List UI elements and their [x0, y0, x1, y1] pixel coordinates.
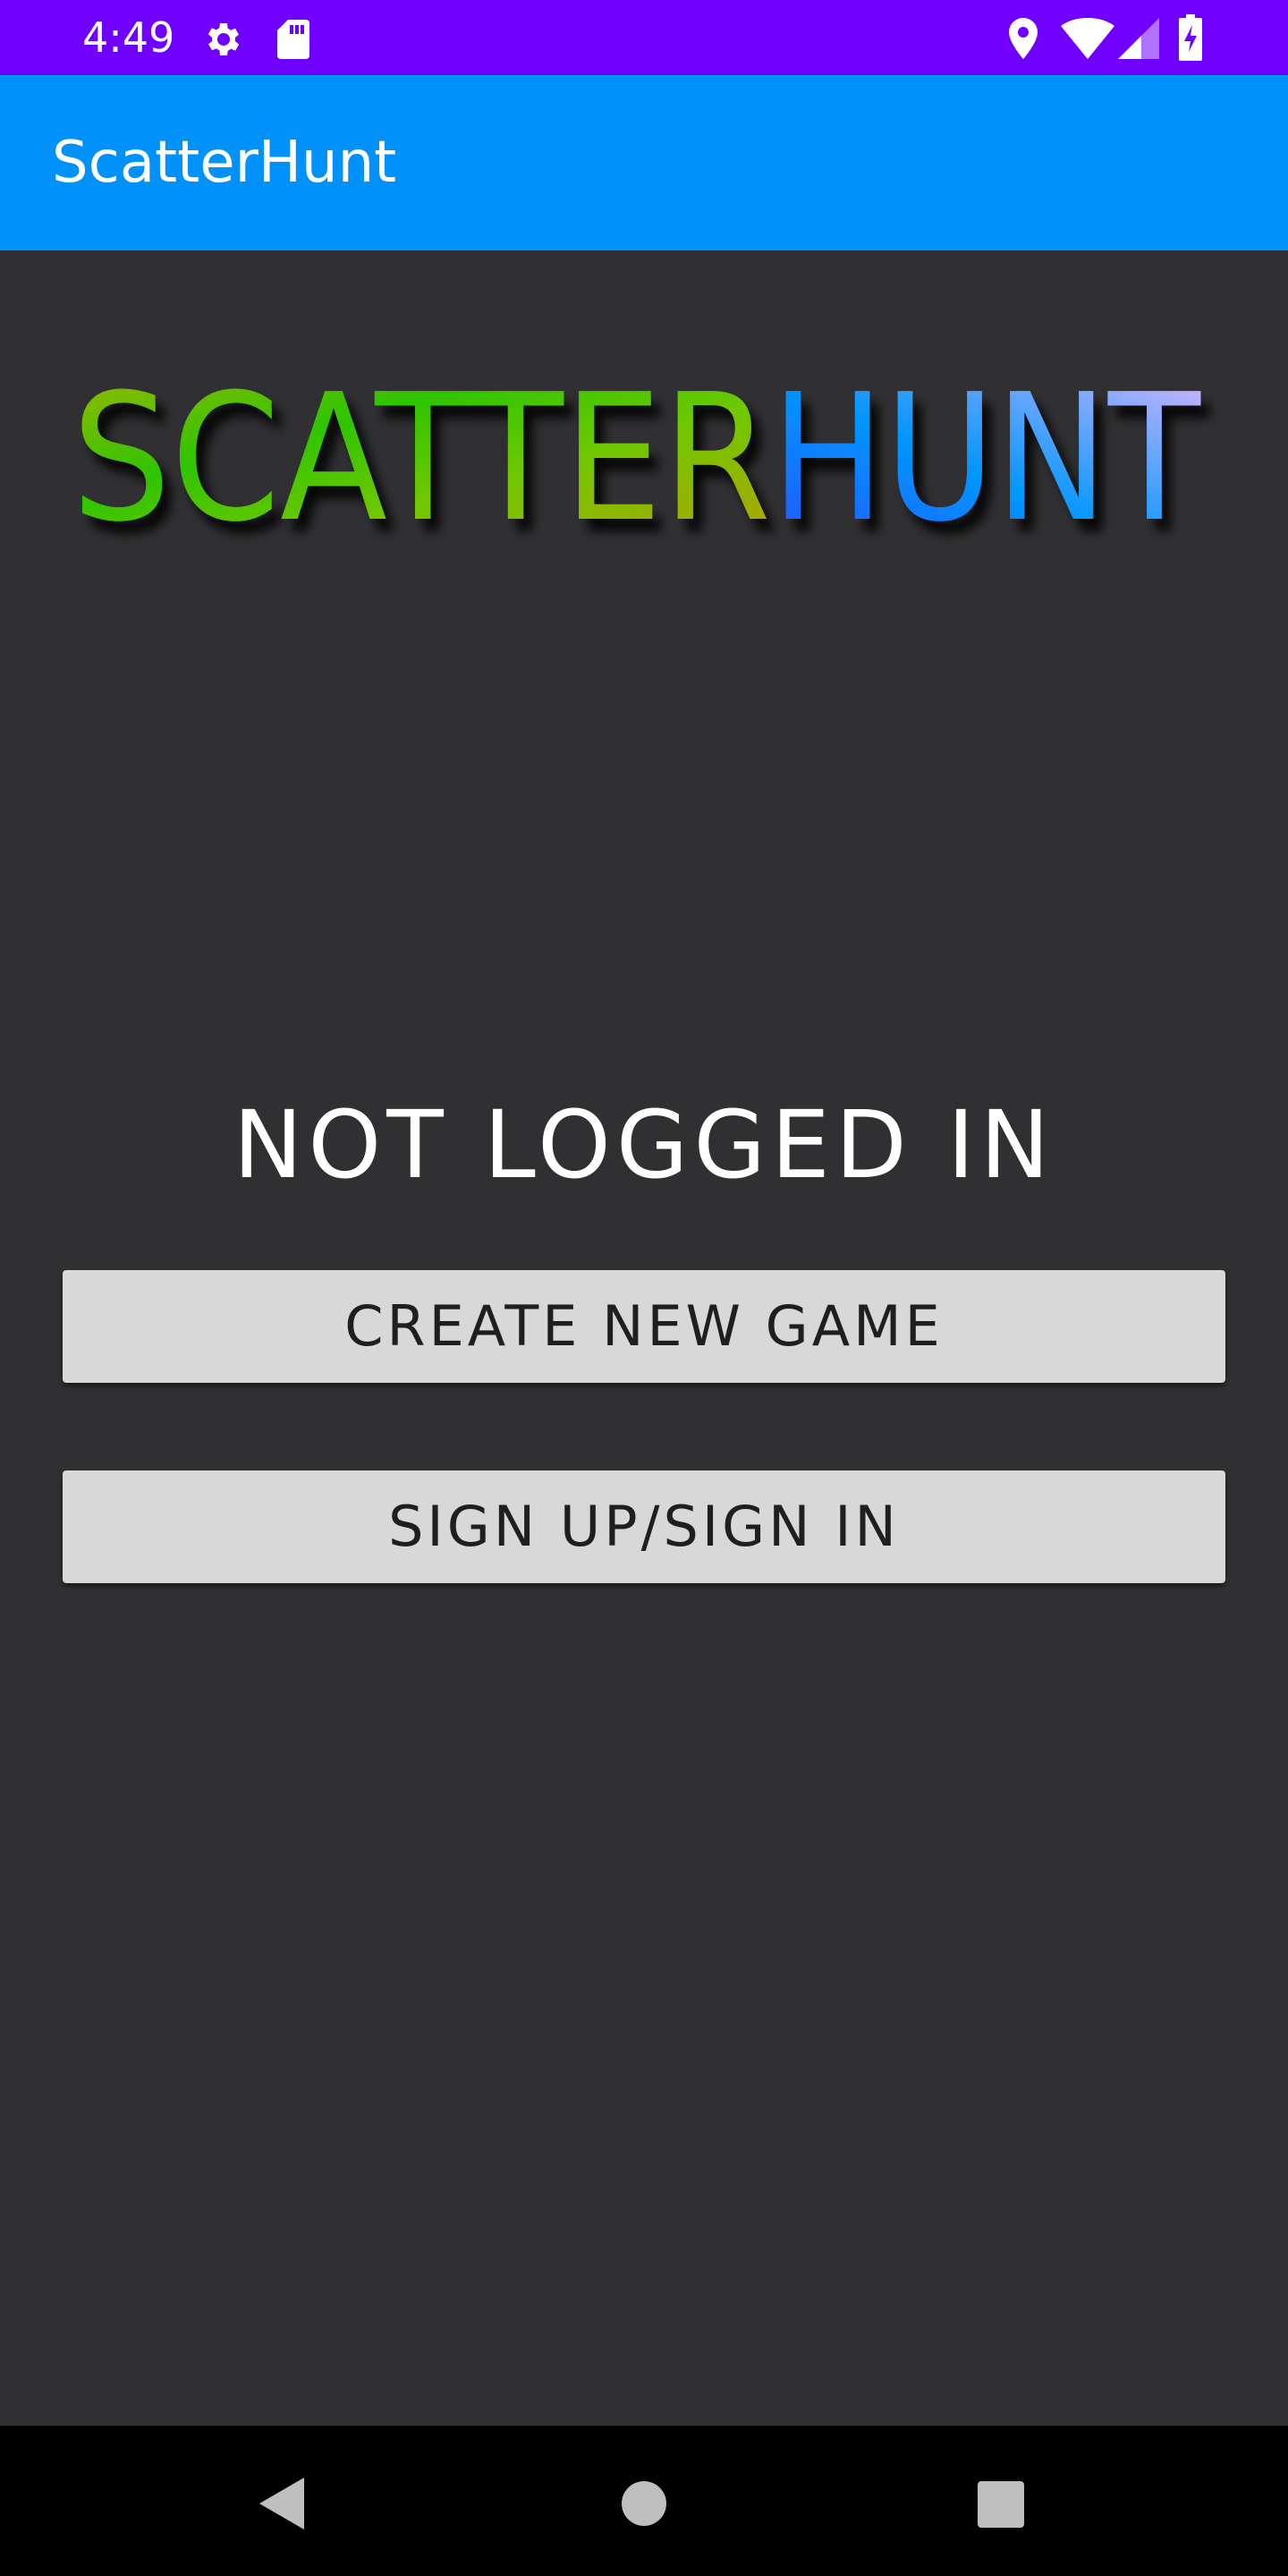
app-bar: ScatterHunt [0, 75, 1288, 250]
logo-text-hunt: HUNT [771, 362, 1201, 559]
gear-icon [208, 23, 240, 55]
signal-icon [1118, 18, 1159, 59]
login-status-text: NOT LOGGED IN [233, 1090, 1055, 1199]
create-new-game-button[interactable]: CREATE NEW GAME [63, 1270, 1225, 1383]
sign-up-sign-in-button[interactable]: SIGN UP/SIGN IN [63, 1470, 1225, 1583]
logo-text-scatter: SCATTER [72, 362, 771, 559]
sd-card-icon [277, 20, 309, 59]
status-bar: 4:49 [0, 0, 1288, 75]
home-circle-icon[interactable] [613, 2472, 675, 2535]
app-title: ScatterHunt [52, 130, 397, 196]
back-triangle-icon[interactable] [252, 2472, 315, 2535]
scatterhunt-logo: SCATTER HUNT [72, 362, 1201, 559]
location-icon [1009, 18, 1038, 59]
navigation-bar [0, 2426, 1288, 2576]
status-time: 4:49 [82, 13, 175, 62]
recents-square-icon[interactable] [969, 2472, 1031, 2535]
battery-charging-icon [1179, 14, 1202, 61]
wifi-icon [1061, 18, 1114, 59]
